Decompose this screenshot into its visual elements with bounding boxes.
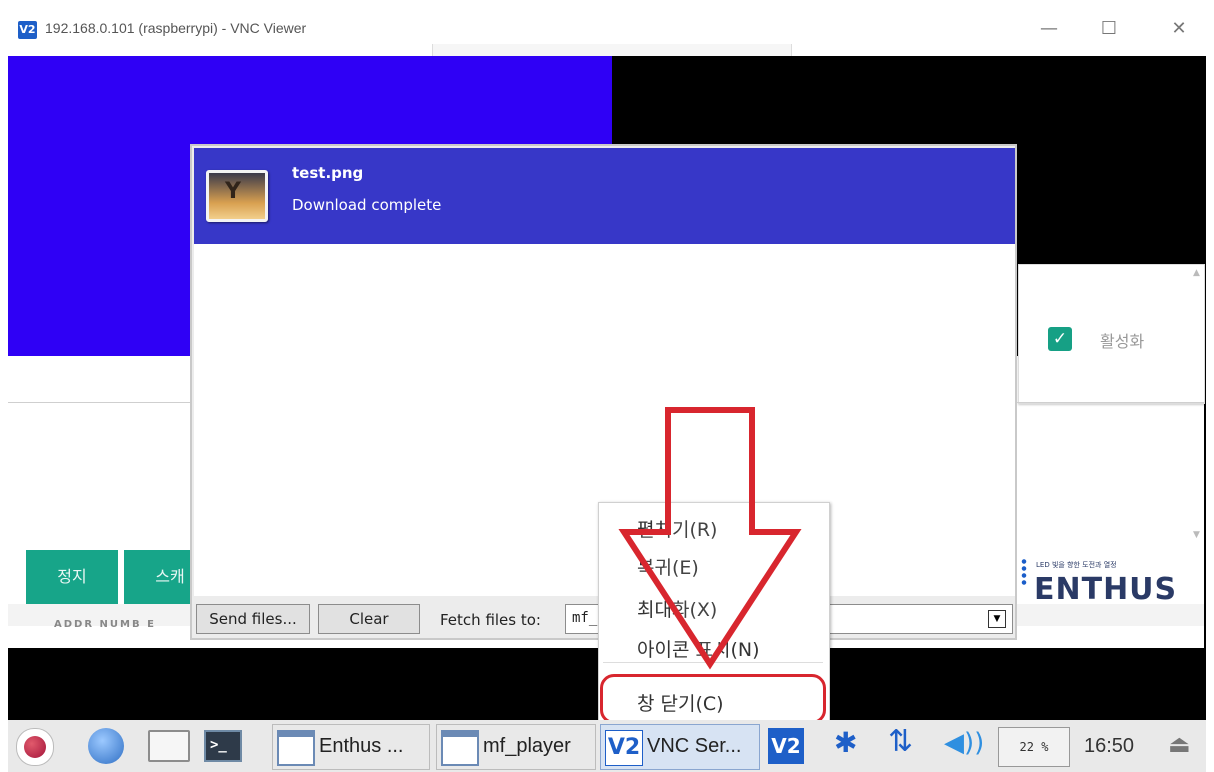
file-status: Download complete bbox=[292, 196, 442, 214]
vnc-tray-icon[interactable]: V2 bbox=[768, 728, 804, 764]
window-thumbnail-icon bbox=[277, 730, 315, 766]
menu-item-return[interactable]: 복귀(E) bbox=[637, 553, 699, 580]
brand-tagline: LED 빛을 향한 도전과 열정 bbox=[1036, 561, 1117, 569]
highlight-annotation bbox=[600, 674, 826, 724]
window-title: 192.168.0.101 (raspberrypi) - VNC Viewer bbox=[45, 20, 307, 36]
network-icon[interactable]: ⇅ bbox=[888, 724, 913, 759]
menu-item-show-icon[interactable]: 아이콘 표시(N) bbox=[637, 635, 759, 662]
eject-icon[interactable]: ⏏ bbox=[1168, 730, 1191, 758]
enthus-logo-dots-icon bbox=[1020, 558, 1028, 586]
vnc-viewer-logo-icon: V2 bbox=[18, 21, 37, 39]
cpu-usage-meter[interactable]: 22 % bbox=[998, 727, 1070, 767]
fetch-files-label: Fetch files to: bbox=[440, 611, 541, 629]
brand-logo: ENTHUS bbox=[1034, 572, 1178, 607]
task-enthus[interactable]: Enthus ... bbox=[272, 724, 430, 770]
file-row-selected[interactable]: Y test.png Download complete bbox=[194, 148, 1015, 244]
task-label: VNC Ser... bbox=[647, 735, 742, 757]
chevron-down-icon[interactable]: ▼ bbox=[988, 610, 1006, 628]
menu-item-restore[interactable]: 펼치기(R) bbox=[637, 515, 717, 542]
task-label: mf_player bbox=[483, 735, 571, 757]
bluetooth-icon[interactable]: ✱ bbox=[834, 726, 857, 759]
send-files-button[interactable]: Send files... bbox=[196, 604, 310, 634]
lower-strip-text: ADDR NUMB E bbox=[54, 619, 156, 630]
window-thumbnail-icon bbox=[441, 730, 479, 766]
raspberry-icon bbox=[24, 736, 46, 758]
task-vnc-server[interactable]: V2 VNC Ser... bbox=[600, 724, 760, 770]
raspberry-pi-menu-icon[interactable] bbox=[16, 728, 54, 766]
stop-button[interactable]: 정지 bbox=[26, 550, 118, 604]
minimize-button[interactable]: — bbox=[1030, 14, 1068, 44]
task-mf-player[interactable]: mf_player bbox=[436, 724, 596, 770]
task-label: Enthus ... bbox=[319, 735, 404, 757]
volume-icon[interactable]: ◀)) bbox=[944, 728, 984, 758]
taskbar: >_ Enthus ... mf_player V2 VNC Ser... V2… bbox=[8, 720, 1206, 772]
vnc-logo-icon: V2 bbox=[605, 730, 643, 766]
file-name: test.png bbox=[292, 164, 364, 182]
close-window-button[interactable]: ✕ bbox=[1160, 14, 1198, 44]
tree-glyph-icon: Y bbox=[225, 179, 241, 204]
scroll-up-arrow-icon[interactable]: ▲ bbox=[1193, 268, 1200, 278]
image-file-icon: Y bbox=[206, 170, 268, 222]
clear-button[interactable]: Clear bbox=[318, 604, 420, 634]
maximize-button[interactable]: ☐ bbox=[1090, 14, 1128, 44]
web-browser-icon[interactable] bbox=[88, 728, 124, 764]
activate-checkbox[interactable]: ✓ bbox=[1048, 327, 1072, 351]
activate-label: 활성화 bbox=[1100, 332, 1145, 351]
clock[interactable]: 16:50 bbox=[1084, 735, 1134, 758]
scroll-down-arrow-icon[interactable]: ▼ bbox=[1193, 530, 1200, 540]
menu-separator bbox=[603, 662, 823, 663]
menu-item-maximize[interactable]: 최대화(X) bbox=[637, 595, 717, 622]
file-manager-icon[interactable] bbox=[148, 730, 190, 762]
terminal-icon[interactable]: >_ bbox=[204, 730, 242, 762]
